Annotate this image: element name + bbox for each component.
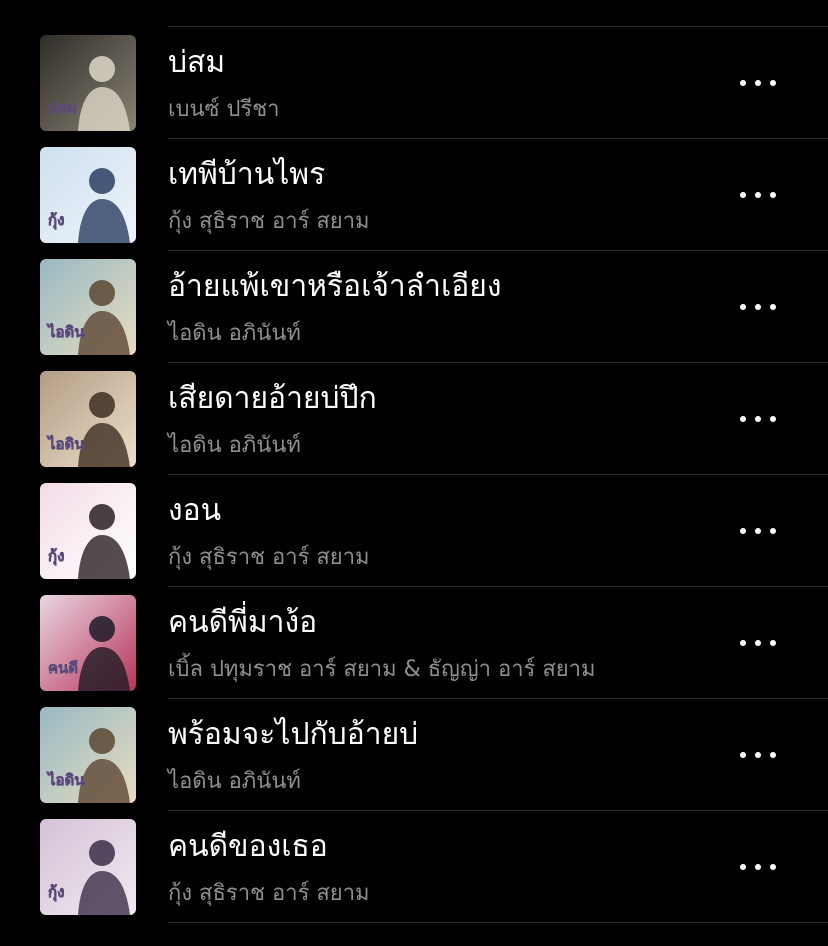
artwork-caption: กุ้ง [48, 211, 64, 230]
artwork-caption: ไอดิน [46, 770, 85, 789]
song-title: พร้อมจะไปกับอ้ายบ่ [168, 717, 419, 752]
artwork-caption: กุ้ง [48, 547, 64, 566]
ellipsis-dot [755, 640, 761, 646]
ellipsis-dot [770, 80, 776, 86]
more-options-button[interactable] [740, 855, 776, 879]
artwork-caption: ไอดิน [46, 434, 85, 453]
ellipsis-dot [770, 640, 776, 646]
album-artwork: กุ้ง [40, 819, 136, 915]
ellipsis-dot [755, 304, 761, 310]
ellipsis-icon [740, 80, 776, 86]
ellipsis-dot [755, 192, 761, 198]
ellipsis-dot [770, 864, 776, 870]
song-artist: ไอดิน อภินันท์ [168, 321, 301, 346]
song-artist: ไอดิน อภินันท์ [168, 433, 301, 458]
ellipsis-dot [770, 192, 776, 198]
album-artwork: ไอดิน [40, 707, 136, 803]
ellipsis-dot [770, 304, 776, 310]
ellipsis-icon [740, 864, 776, 870]
song-title: บ่สม [168, 45, 226, 80]
more-options-button[interactable] [740, 183, 776, 207]
ellipsis-dot [755, 864, 761, 870]
ellipsis-icon [740, 304, 776, 310]
song-title: คนดีพี่มาง้อ [168, 605, 318, 640]
ellipsis-dot [740, 528, 746, 534]
ellipsis-dot [740, 80, 746, 86]
ellipsis-dot [755, 528, 761, 534]
more-options-button[interactable] [740, 631, 776, 655]
ellipsis-icon [740, 416, 776, 422]
song-artist: กุ้ง สุธิราช อาร์ สยาม [168, 209, 370, 234]
more-options-button[interactable] [740, 295, 776, 319]
ellipsis-icon [740, 752, 776, 758]
song-row[interactable]: กุ้ง เทพีบ้านไพรกุ้ง สุธิราช อาร์ สยาม [0, 139, 828, 251]
album-artwork: กุ้ง [40, 147, 136, 243]
album-artwork: บ่สม [40, 35, 136, 131]
song-row[interactable]: คนดี คนดีพี่มาง้อเบิ้ล ปทุมราช อาร์ สยาม … [0, 587, 828, 699]
song-row[interactable]: กุ้ง งอนกุ้ง สุธิราช อาร์ สยาม [0, 475, 828, 587]
song-row[interactable]: บ่สม บ่สม เบนซ์ ปรีชา [0, 27, 828, 139]
ellipsis-dot [755, 416, 761, 422]
ellipsis-icon [740, 192, 776, 198]
ellipsis-dot [755, 80, 761, 86]
album-artwork: ไอดิน [40, 259, 136, 355]
more-options-button[interactable] [740, 71, 776, 95]
song-row[interactable]: ไอดิน พร้อมจะไปกับอ้ายบ่ไอดิน อภินันท์ [0, 699, 828, 811]
song-row[interactable]: ไอดิน อ้ายแพ้เขาหรือเจ้าลำเอียงไอดิน อภิน… [0, 251, 828, 363]
ellipsis-dot [740, 192, 746, 198]
ellipsis-dot [740, 416, 746, 422]
artwork-caption: ไอดิน [46, 322, 85, 341]
ellipsis-dot [740, 864, 746, 870]
song-artist: กุ้ง สุธิราช อาร์ สยาม [168, 881, 370, 906]
row-divider [168, 922, 828, 923]
song-artist: กุ้ง สุธิราช อาร์ สยาม [168, 545, 370, 570]
ellipsis-dot [740, 752, 746, 758]
song-title: เทพีบ้านไพร [168, 157, 326, 192]
artwork-caption: คนดี [48, 659, 78, 677]
ellipsis-dot [740, 304, 746, 310]
ellipsis-dot [770, 528, 776, 534]
ellipsis-dot [770, 752, 776, 758]
more-options-button[interactable] [740, 407, 776, 431]
more-options-button[interactable] [740, 743, 776, 767]
song-artist: เบนซ์ ปรีชา [168, 97, 280, 122]
song-artist: เบิ้ล ปทุมราช อาร์ สยาม & ธัญญ่า อาร์ สย… [168, 657, 596, 682]
artwork-caption: กุ้ง [48, 883, 64, 902]
song-list: บ่สม บ่สม เบนซ์ ปรีชา กุ้ง เทพีบ้านไพร กุ้ง ส… [0, 0, 828, 946]
ellipsis-icon [740, 528, 776, 534]
song-row[interactable]: ไอดิน เสียดายอ้ายบ่ปึกไอดิน อภินันท์ [0, 363, 828, 475]
song-title: เสียดายอ้ายบ่ปึก [168, 381, 377, 416]
song-title: คนดีของเธอ [168, 829, 328, 864]
song-title: งอน [168, 493, 222, 528]
album-artwork: ไอดิน [40, 371, 136, 467]
artwork-caption: บ่สม [48, 99, 77, 117]
song-artist: ไอดิน อภินันท์ [168, 769, 301, 794]
song-row[interactable]: กุ้ง คนดีของเธอกุ้ง สุธิราช อาร์ สยาม [0, 811, 828, 923]
ellipsis-icon [740, 640, 776, 646]
ellipsis-dot [755, 752, 761, 758]
album-artwork: กุ้ง [40, 483, 136, 579]
ellipsis-dot [770, 416, 776, 422]
song-title: อ้ายแพ้เขาหรือเจ้าลำเอียง [168, 269, 502, 304]
album-artwork: คนดี [40, 595, 136, 691]
ellipsis-dot [740, 640, 746, 646]
more-options-button[interactable] [740, 519, 776, 543]
